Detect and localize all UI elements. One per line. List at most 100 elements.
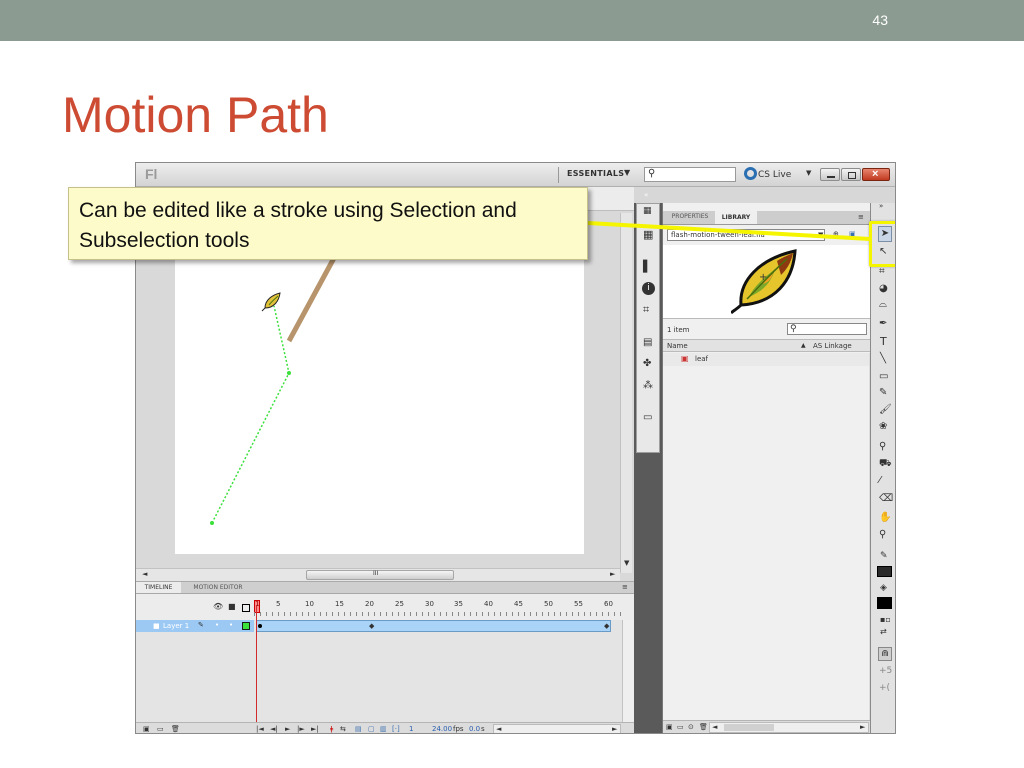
eye-icon[interactable]: 👁	[213, 602, 223, 611]
tab-timeline[interactable]: TIMELINE	[136, 582, 181, 593]
scroll-left-icon[interactable]: ◄	[712, 723, 717, 731]
3d-rotation-tool-icon[interactable]: ◕	[879, 283, 888, 294]
timeline-hscrollbar[interactable]: ◄ ►	[493, 724, 621, 733]
edit-multiple-icon[interactable]: ▥	[380, 725, 387, 733]
library-search-input[interactable]: ⚲	[787, 323, 867, 335]
rectangle-tool-icon[interactable]: ▭	[879, 371, 888, 382]
default-colors-icon[interactable]: ▪▫	[880, 615, 891, 624]
line-tool-icon[interactable]: ╲	[880, 353, 886, 364]
history-icon[interactable]: ▭	[643, 412, 652, 423]
pen-tool-icon[interactable]: ✒	[879, 318, 887, 329]
new-layer-icon[interactable]: ▣	[143, 725, 150, 733]
time-unit: s	[481, 725, 485, 733]
stroke-color-icon[interactable]: ✎	[880, 551, 888, 561]
text-tool-icon[interactable]: T	[880, 335, 887, 348]
first-frame-icon[interactable]: |◄	[256, 725, 264, 733]
snap-to-objects-icon[interactable]: ⋒	[878, 647, 892, 661]
library-hscrollbar[interactable]: ◄ ►	[709, 722, 869, 733]
scroll-right-icon[interactable]: ►	[860, 723, 865, 731]
slide-number: 43	[872, 12, 888, 28]
frame-num: 45	[514, 600, 523, 608]
fps-unit: fps	[453, 725, 464, 733]
eraser-tool-icon[interactable]: ⌫	[879, 493, 893, 504]
graphic-symbol-icon: ▣	[681, 354, 689, 363]
layer-row[interactable]: ■ Layer 1 ✎ • •	[136, 620, 254, 632]
timeline-panel-menu-icon[interactable]: ≡	[622, 583, 628, 591]
transform-icon[interactable]: ⌗	[643, 303, 649, 317]
timeline-vscrollbar[interactable]	[622, 620, 634, 722]
properties-icon[interactable]: ⊙	[688, 723, 694, 731]
step-forward-icon[interactable]: |►	[297, 725, 305, 733]
actions-icon[interactable]: ▤	[643, 337, 652, 348]
layer-visible-dot[interactable]: •	[215, 621, 219, 629]
sort-icon[interactable]: ▲	[801, 342, 806, 349]
paint-bucket-tool-icon[interactable]: ⛟	[879, 458, 892, 471]
swap-colors-icon[interactable]: ⇄	[880, 627, 887, 636]
col-linkage[interactable]: AS Linkage	[813, 342, 852, 350]
search-icon: ⚲	[790, 324, 797, 334]
onion-outline-icon[interactable]: ▢	[368, 725, 375, 733]
delete-layer-icon[interactable]: 🗑	[171, 725, 180, 733]
leaf-instance[interactable]	[261, 292, 281, 312]
brush-tool-icon[interactable]: 🖌	[879, 404, 892, 415]
layer-name[interactable]: Layer 1	[163, 622, 189, 630]
fps-value[interactable]: 24.00	[432, 725, 452, 733]
timeline-panel: TIMELINE MOTION EDITOR ≡ 👁 ■ 1 5 10 15 2…	[136, 581, 634, 733]
lasso-tool-icon[interactable]: ⌓	[879, 299, 887, 310]
col-name[interactable]: Name	[667, 342, 688, 350]
straighten-icon[interactable]: +(	[879, 683, 890, 693]
tween-span[interactable]: ◆ ◆	[256, 620, 611, 632]
frame-num: 5	[276, 600, 281, 608]
lock-icon[interactable]: ■	[228, 602, 236, 611]
library-item-row[interactable]: ▣ leaf	[663, 353, 871, 366]
new-symbol-icon[interactable]: ▣	[666, 723, 673, 731]
motion-path[interactable]	[211, 305, 290, 524]
path-corner-point[interactable]	[287, 371, 291, 375]
eyedropper-tool-icon[interactable]: ⁄	[879, 475, 881, 486]
library-item-name[interactable]: leaf	[695, 355, 708, 363]
info-icon[interactable]: i	[642, 282, 655, 295]
step-back-icon[interactable]: ◄|	[270, 725, 278, 733]
scroll-left-icon[interactable]: ◄	[496, 725, 501, 733]
library-item-count: 1 item	[667, 326, 690, 334]
timeline-header: 👁 ■ 1 5 10 15 20 25 30 35 40 45 50 55 60	[136, 594, 634, 620]
pencil-tool-icon[interactable]: ✎	[879, 387, 887, 398]
deco-tool-icon[interactable]: ❀	[879, 421, 887, 432]
fill-color-swatch[interactable]	[877, 597, 892, 609]
callout-connector	[587, 221, 871, 241]
zoom-tool-icon[interactable]: ⚲	[879, 529, 886, 540]
stroke-color-swatch[interactable]	[877, 566, 892, 577]
frame-ruler[interactable]: 1 5 10 15 20 25 30 35 40 45 50 55 60	[254, 600, 629, 620]
modify-markers-icon[interactable]: [·]	[392, 725, 400, 733]
play-icon[interactable]: ►	[285, 725, 290, 733]
keyframe-start[interactable]	[258, 624, 262, 628]
onion-skin-icon[interactable]: ▤	[355, 725, 362, 733]
smooth-icon[interactable]: +5	[879, 666, 892, 676]
delete-icon[interactable]: 🗑	[699, 723, 708, 731]
time-value[interactable]: 0.0	[469, 725, 480, 733]
keyframe-end[interactable]: ◆	[604, 622, 609, 630]
new-folder-icon[interactable]: ▭	[677, 723, 684, 731]
timeline-statusbar: ▣ ▭ 🗑 |◄ ◄| ► |► ►| ǂ ⇆ ▤ ▢ ▥ [·] 1 24.0…	[136, 722, 634, 733]
layer-outline-swatch[interactable]	[242, 622, 250, 630]
bone-tool-icon[interactable]: ⚲	[879, 441, 886, 452]
frame-num: 15	[335, 600, 344, 608]
last-frame-icon[interactable]: ►|	[311, 725, 319, 733]
path-start-point[interactable]	[210, 521, 214, 525]
scroll-right-icon[interactable]: ►	[612, 725, 617, 733]
hand-tool-icon[interactable]: ✋	[879, 512, 891, 523]
library-column-header: Name ▲ AS Linkage	[663, 339, 871, 352]
loop-icon[interactable]: ⇆	[340, 725, 346, 733]
ruler-ticks	[254, 612, 624, 616]
center-frame-icon[interactable]: ǂ	[330, 725, 333, 733]
layer-lock-dot[interactable]: •	[229, 621, 233, 629]
current-frame[interactable]: 1	[409, 725, 413, 733]
fill-color-icon[interactable]: ◈	[880, 583, 887, 593]
new-folder-icon[interactable]: ▭	[157, 725, 164, 733]
swatches-icon[interactable]: ⁂	[643, 380, 653, 391]
library-hscroll-thumb[interactable]	[724, 724, 774, 731]
components-icon[interactable]: ✤	[643, 358, 651, 369]
tab-motion-editor[interactable]: MOTION EDITOR	[183, 582, 253, 593]
keyframe-diamond[interactable]: ◆	[369, 622, 374, 630]
outline-icon[interactable]	[242, 604, 250, 612]
